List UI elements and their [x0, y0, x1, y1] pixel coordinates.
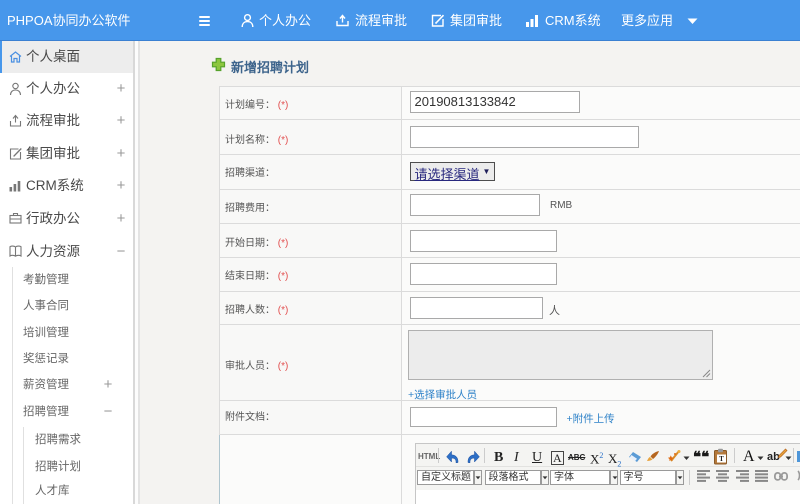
svg-text:T: T [719, 455, 724, 463]
